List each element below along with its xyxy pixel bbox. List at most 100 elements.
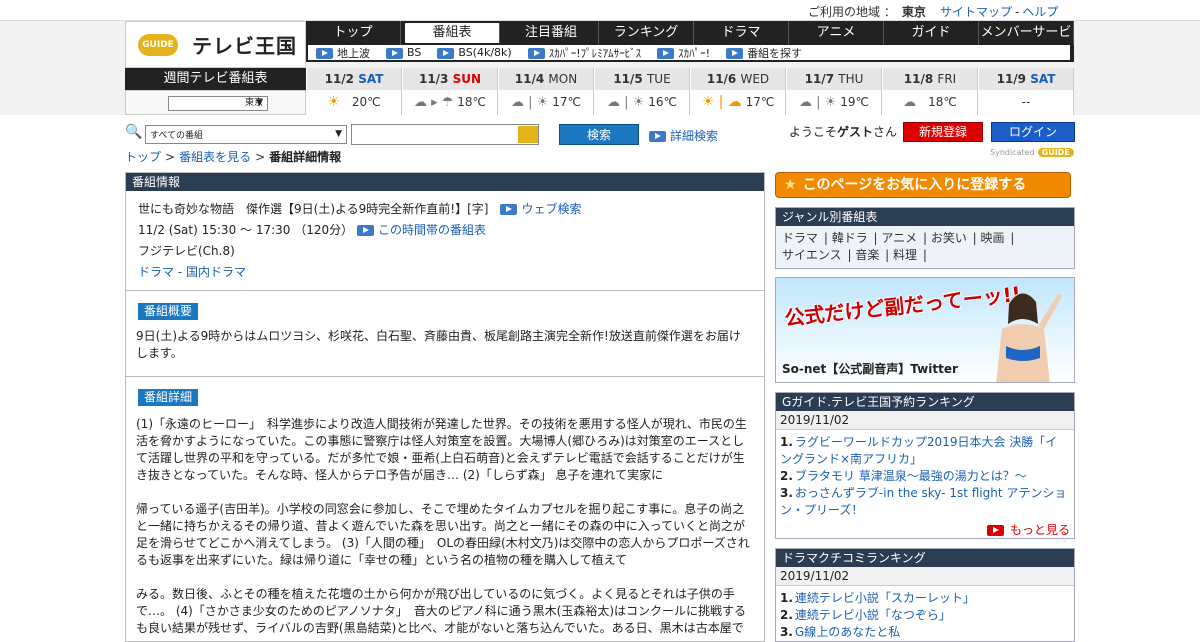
sub-nav: 地上波 BS BS(4k/8k) ｽｶﾊﾟｰ!ﾌﾟﾚﾐｱﾑｻｰﾋﾞｽ ｽｶﾊﾟｰ… (306, 45, 1074, 62)
genre-link[interactable]: アニメ (881, 231, 917, 245)
nav-featured[interactable]: 注目番組 (504, 21, 599, 45)
weekly-guide-title[interactable]: 週間テレビ番組表 (125, 68, 306, 90)
reservation-ranking-box: Gガイド.テレビ王国予約ランキング 2019/11/02 1. ラグビーワールドカ… (775, 392, 1075, 539)
breadcrumb-program-guide[interactable]: 番組表を見る (179, 150, 251, 164)
genre-link[interactable]: ドラマ (782, 231, 818, 245)
weather-icon: ☁ | ☀ (511, 95, 549, 110)
ranking-link[interactable]: おっさんずラブ-in the sky- 1st flight アテンション・プリ… (780, 486, 1066, 517)
region-display: ご利用の地域 ： 東京 (808, 3, 926, 20)
syndicated-logo: Syndicated GUIDE (990, 148, 1074, 157)
day-column[interactable]: 11/9 SAT -- (978, 68, 1074, 115)
sitemap-link[interactable]: サイトマップ (940, 5, 1012, 19)
day-column[interactable]: 11/4 MON ☁ | ☀ 17℃ (498, 68, 594, 115)
sidebar: ★ このページをお気に入りに登録する ジャンル別番組表 ドラマ | 韓ドラ | ア… (775, 172, 1075, 642)
subnav-label: BS(4k/8k) (458, 46, 512, 59)
help-link[interactable]: ヘルプ (1022, 5, 1058, 19)
nav-anime[interactable]: アニメ (789, 21, 884, 45)
welcome-prefix: ようこそ (789, 125, 838, 139)
breadcrumb-sep: > (165, 150, 176, 164)
day-date: 11/3 (418, 72, 449, 86)
genre-link[interactable]: 映画 (981, 231, 1005, 245)
subnav-bs[interactable]: BS (386, 46, 421, 59)
web-search-label: ウェブ検索 (521, 202, 582, 216)
guide-badge-icon (518, 126, 538, 143)
region-value: 東京 (901, 5, 926, 19)
chevron-down-icon: ▼ (256, 98, 263, 108)
arrow-icon (316, 48, 333, 59)
program-info-panel: 番組情報 世にも奇妙な物語 傑作選【9日(土)よる9時完全新作直前!】[字] ウ… (125, 172, 765, 642)
day-temp: 19℃ (840, 95, 869, 109)
genre-link[interactable]: お笑い (931, 231, 967, 245)
program-meta: 世にも奇妙な物語 傑作選【9日(土)よる9時完全新作直前!】[字] ウェブ検索 … (126, 191, 764, 291)
arrow-icon (986, 525, 1004, 536)
area-select[interactable]: 東京 ▼ (168, 96, 268, 111)
day-column[interactable]: 11/5 TUE ☁ | ☀ 16℃ (594, 68, 690, 115)
list-item: 3. G線上のあなたと私 (780, 625, 901, 639)
weather-icon: ☁ (903, 95, 917, 110)
advanced-search-link[interactable]: 詳細検索 (649, 127, 718, 144)
day-column[interactable]: 11/3 SUN ☁ ▸ ☂ 18℃ (402, 68, 498, 115)
favorite-label: このページをお気に入りに登録する (802, 177, 1027, 193)
genre-link[interactable]: 料理 (893, 248, 917, 262)
subnav-skyperfect-premium[interactable]: ｽｶﾊﾟｰ!ﾌﾟﾚﾐｱﾑｻｰﾋﾞｽ (527, 45, 642, 61)
subnav-find-program[interactable]: 番組を探す (726, 45, 802, 61)
breadcrumb-top[interactable]: トップ (125, 150, 161, 164)
genre-sep: - (174, 265, 186, 279)
list-item: 2. ブラタモリ 草津温泉〜最強の湯力とは？〜 (780, 469, 1027, 483)
search-input[interactable] (351, 124, 539, 145)
timeslot-link[interactable]: この時間帯の番組表 (356, 223, 486, 237)
subnav-bs4k[interactable]: BS(4k/8k) (437, 46, 512, 59)
genre-domestic-drama-link[interactable]: 国内ドラマ (186, 265, 246, 279)
program-title: 世にも奇妙な物語 傑作選【9日(土)よる9時完全新作直前!】[字] (138, 202, 489, 216)
genre-link[interactable]: 音楽 (855, 248, 879, 262)
subnav-label: ｽｶﾊﾟｰ!ﾌﾟﾚﾐｱﾑｻｰﾋﾞｽ (548, 46, 642, 60)
arrow-icon (386, 47, 403, 59)
search-button[interactable]: 検索 (559, 124, 639, 145)
subnav-terrestrial[interactable]: 地上波 (316, 45, 370, 61)
day-column[interactable]: 11/6 WED ☀ | ☁ 17℃ (690, 68, 786, 115)
site-logo[interactable]: GUIDE テレビ王国 (125, 21, 306, 68)
ranking-link[interactable]: 連続テレビ小説「なつぞら」 (795, 608, 951, 622)
ranking-date: 2019/11/02 (776, 567, 1074, 586)
add-favorite-button[interactable]: ★ このページをお気に入りに登録する (775, 172, 1071, 198)
ranking-link[interactable]: G線上のあなたと私 (795, 625, 900, 639)
area-selector-box: 東京 ▼ (125, 90, 306, 115)
arrow-icon (726, 48, 744, 59)
ranking-link[interactable]: ブラタモリ 草津温泉〜最強の湯力とは？〜 (795, 469, 1027, 483)
more-link[interactable]: もっと見る (776, 519, 1074, 538)
banner-caption: So-net【公式副音声】Twitter (782, 362, 958, 376)
genre-link[interactable]: 韓ドラ (832, 231, 868, 245)
detail-section: 番組詳細 (1)「永遠のヒーロー」 科学進歩により改造人間技術が発達した世界。そ… (126, 377, 764, 637)
syndicated-label: Syndicated (990, 148, 1035, 157)
genre-link[interactable]: サイエンス (782, 248, 842, 262)
day-temp: 18℃ (928, 95, 957, 109)
register-button[interactable]: 新規登録 (903, 122, 983, 142)
day-weekday: FRI (937, 72, 957, 86)
nav-drama[interactable]: ドラマ (694, 21, 789, 45)
web-search-link[interactable]: ウェブ検索 (500, 202, 581, 216)
nav-program-guide[interactable]: 番組表 (405, 23, 500, 43)
login-button[interactable]: ログイン (991, 122, 1075, 142)
day-column[interactable]: 11/2 SAT ☀ 20℃ (306, 68, 402, 115)
day-weekday: WED (740, 72, 770, 86)
ranking-link[interactable]: 連続テレビ小説「スカーレット」 (795, 591, 975, 605)
nav-member-service[interactable]: メンバーサービス (979, 21, 1074, 64)
day-date: 11/9 (996, 72, 1027, 86)
category-select[interactable]: すべての番組 ▼ (145, 125, 347, 144)
syndicated-badge: GUIDE (1037, 148, 1074, 157)
summary-text: 9日(土)よる9時からはムロツヨシ、杉咲花、白石聖、斉藤由貴、板尾創路主演完全新… (136, 329, 741, 360)
sonet-banner[interactable]: 公式だけど副だってーッ!! So-net【公式副音声】Twitter (775, 277, 1075, 383)
ranking-link[interactable]: ラグビーワールドカップ2019日本大会 決勝「イングランド×南アフリカ」 (780, 435, 1057, 466)
ranking-list: 1. 連続テレビ小説「スカーレット」 2. 連続テレビ小説「なつぞら」 3. G線上の… (776, 586, 1074, 641)
category-value: すべての番組 (150, 131, 204, 141)
subnav-skyperfect[interactable]: ｽｶﾊﾟｰ! (657, 45, 710, 61)
advanced-search-label: 詳細検索 (670, 129, 719, 143)
day-column[interactable]: 11/8 FRI ☁ 18℃ (882, 68, 978, 115)
genre-drama-link[interactable]: ドラマ (138, 265, 174, 279)
program-time: 11/2 (Sat) 15:30 ～ 17:30 （120分） (138, 223, 354, 237)
day-column[interactable]: 11/7 THU ☁ | ☀ 19℃ (786, 68, 882, 115)
nav-top[interactable]: トップ (306, 21, 401, 45)
nav-ranking[interactable]: ランキング (599, 21, 694, 45)
nav-guide[interactable]: ガイド (884, 21, 979, 45)
summary-section: 番組概要 9日(土)よる9時からはムロツヨシ、杉咲花、白石聖、斉藤由貴、板尾創路… (126, 291, 764, 377)
